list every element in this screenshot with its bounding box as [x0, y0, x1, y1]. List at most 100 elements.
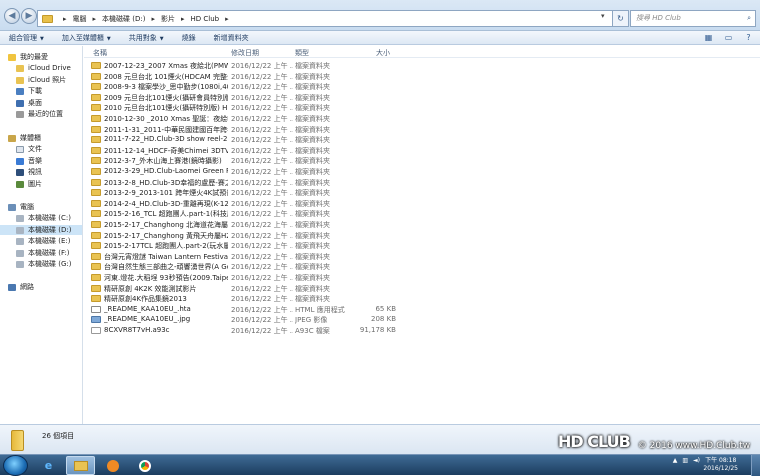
forward-button[interactable]: ▶	[21, 8, 37, 24]
file-row[interactable]: 2015-2-17_Changhong 北海道花海屬H... 2016/12/22…	[84, 219, 760, 229]
file-row[interactable]: 台灣自然生態三部曲之-頑響湧世界(A Go... 2016/12/22 上午 ..…	[84, 261, 760, 271]
clock[interactable]: 下午 08:18 2016/12/25	[703, 457, 738, 473]
file-name: 2007-12-23_2007 Xmas 夜絵北(PMW-...	[104, 62, 228, 70]
breadcrumb-items: ▸ 電腦 ▸ 本機磁碟 (D:) ▸ 影片 ▸ HD Club ▸	[57, 14, 235, 24]
file-type: 檔案資料夾	[295, 62, 330, 70]
file-row[interactable]: 2013-2-9_2013-101 跨年煙火4K試預告 2016/12/22 上午…	[84, 187, 760, 197]
start-button[interactable]	[3, 455, 28, 476]
breadcrumb-hd-club[interactable]: HD Club	[191, 15, 220, 23]
file-type: 檔案資料夾	[295, 157, 330, 166]
volume-icon[interactable]: ◄)	[693, 457, 700, 464]
file-row[interactable]: 2010 元旦台北101煙火(攝研特別版) HD ... 2016/12/22 上…	[84, 102, 760, 112]
tray-chevron-icon[interactable]: ▲	[673, 457, 678, 464]
column-size[interactable]: 大小	[376, 48, 390, 58]
search-input[interactable]: 搜尋 HD Club ⌕	[630, 10, 756, 27]
file-row[interactable]: _README_KAA10EU_.hta 2016/12/22 上午 ... HTM…	[84, 304, 760, 314]
refresh-button[interactable]: ↻	[612, 10, 629, 27]
file-name: 2015-2-16_TCL 超跑團人.part-1(科技屬)...	[104, 210, 228, 219]
folder-icon	[91, 157, 101, 165]
organize-button[interactable]: 組合管理 ▼	[0, 33, 53, 43]
nav-documents[interactable]: 文件	[16, 144, 42, 154]
breadcrumb-videos[interactable]: 影片	[161, 14, 175, 24]
view-options-icon[interactable]: ▦	[703, 32, 714, 43]
file-row[interactable]: 2012-3-29_HD.Club-Laomei Green Re... 2016…	[84, 166, 760, 176]
nav-drive-f[interactable]: 本機磁碟 (F:)	[16, 248, 70, 258]
breadcrumb-drive-d[interactable]: 本機磁碟 (D:)	[102, 14, 145, 24]
nav-favorites[interactable]: 我的最愛	[8, 52, 48, 62]
file-row[interactable]: 2011-1-31_2011-中華民國建國百年跨年... 2016/12/22 上…	[84, 124, 760, 134]
file-row[interactable]: 2008-9-3 檔案學沙_思中勤步(1080i,40... 2016/12/22…	[84, 81, 760, 91]
chrome-icon[interactable]	[130, 456, 159, 475]
file-row[interactable]: 2013-2-8_HD.Club-3D幸福的盧歷-賽之... 2016/12/22…	[84, 177, 760, 187]
show-desktop-button[interactable]	[751, 455, 760, 476]
burn-button[interactable]: 燒錄	[173, 33, 205, 43]
file-type: 檔案資料夾	[295, 263, 330, 272]
nav-music[interactable]: 音樂	[16, 156, 42, 166]
nav-computer[interactable]: 電腦	[8, 202, 34, 212]
path-dropdown-icon[interactable]: ▾	[601, 12, 605, 20]
file-row[interactable]: 2014-2-4_HD.Club-3D-重離再現(K-12... 2016/12/…	[84, 198, 760, 208]
file-row[interactable]: 2011-12-14_HDCF-奇美Chimei 3DTV-... 2016/12…	[84, 145, 760, 155]
breadcrumb-computer[interactable]: 電腦	[73, 14, 87, 24]
file-type: 檔案資料夾	[295, 104, 330, 113]
nav-icloud-photos[interactable]: iCloud 照片	[16, 75, 66, 85]
file-row[interactable]: 2010-12-30 _2010 Xmas 聖誕：夜絵嘴(...2016/12/…	[84, 113, 760, 123]
file-name: 精研原創4K作品集鏡2013	[104, 295, 187, 304]
file-row[interactable]: 2008 元旦台北 101煙火(HDCAM 完整全... 2016/12/22 上…	[84, 71, 760, 81]
nav-libraries[interactable]: 媒體櫃	[8, 133, 41, 143]
burn-label: 燒錄	[181, 33, 196, 42]
file-row[interactable]: 河東.燈花.大稻埕 93秒預告(2009.Taipei... 2016/12/22…	[84, 272, 760, 282]
new-folder-button[interactable]: 新增資料夾	[205, 33, 258, 43]
nav-drive-g[interactable]: 本機磁碟 (G:)	[16, 259, 71, 269]
clock-date: 2016/12/25	[703, 465, 738, 472]
drive-icon	[16, 226, 24, 234]
nav-drive-c[interactable]: 本機磁碟 (C:)	[16, 213, 71, 223]
column-name[interactable]: 名稱	[93, 48, 107, 58]
file-row[interactable]: 2015-2-16_TCL 超跑團人.part-1(科技屬)...2016/12…	[84, 208, 760, 218]
chevron-right-icon: ▸	[92, 14, 97, 23]
file-row[interactable]: 台灣元宵燈謎 Taiwan Lantern Festival (... 2016/…	[84, 251, 760, 261]
file-row[interactable]: 2007-12-23_2007 Xmas 夜絵北(PMW-... 2016/12/…	[84, 60, 760, 70]
file-row[interactable]: 2015-2-17TCL 超跑團人.part-2(玩水屬)... 2016/12/…	[84, 240, 760, 250]
help-icon[interactable]: ?	[743, 32, 754, 43]
share-button[interactable]: 共用對象 ▼	[120, 33, 173, 43]
nav-drive-e[interactable]: 本機磁碟 (E:)	[16, 236, 70, 246]
file-row[interactable]: 2009 元旦台北101煙火(攝研會員特別版)... 2016/12/22 上午 …	[84, 92, 760, 102]
file-row[interactable]: 2012-3-7_外木山海上賽港(鏡時攝影) 2016/12/22 上午 ... 檔…	[84, 155, 760, 165]
nav-icloud-drive[interactable]: iCloud Drive	[16, 63, 71, 73]
preview-pane-icon[interactable]: ▭	[723, 32, 734, 43]
chevron-right-icon: ▸	[225, 14, 229, 23]
nav-pictures[interactable]: 圖片	[16, 179, 42, 189]
network-tray-icon[interactable]: ▥	[682, 457, 688, 464]
file-type: 檔案資料夾	[295, 125, 330, 134]
breadcrumb[interactable]: ▸ 電腦 ▸ 本機磁碟 (D:) ▸ 影片 ▸ HD Club ▸	[37, 10, 617, 27]
file-date: 2016/12/22 上午 ...	[231, 189, 293, 198]
back-button[interactable]: ◀	[4, 8, 20, 24]
nav-item-label: 最近的位置	[28, 110, 63, 118]
file-row[interactable]: 8CXVR8T7vH.a93c 2016/12/22 上午 ... A93C 檔案 9…	[84, 325, 760, 335]
nav-network[interactable]: 網路	[8, 282, 34, 292]
nav-downloads[interactable]: 下載	[16, 86, 42, 96]
nav-desktop[interactable]: 桌面	[16, 98, 42, 108]
file-row[interactable]: 2011-7-22_HD.Club-3D show reel-201...201…	[84, 134, 760, 144]
folder-icon	[91, 284, 101, 292]
star-icon	[8, 53, 16, 61]
column-type[interactable]: 類型	[295, 48, 309, 58]
ie-icon[interactable]: e	[34, 456, 63, 475]
nav-videos[interactable]: 視訊	[16, 167, 42, 177]
file-row[interactable]: 精研原創4K作品集鏡2013 2016/12/22 上午 ... 檔案資料夾	[84, 293, 760, 303]
file-row[interactable]: 2015-2-17_Changhong 黃飛天舟屬H26...2016/12/2…	[84, 230, 760, 240]
file-row[interactable]: 精研原創 4K2K 效能測試影片 2016/12/22 上午 ... 檔案資料夾	[84, 283, 760, 293]
chevron-right-icon: ▸	[63, 14, 67, 23]
add-to-library-button[interactable]: 加入至媒體櫃 ▼	[53, 33, 120, 43]
file-row[interactable]: _README_KAA10EU_.jpg 2016/12/22 上午 ... JPE…	[84, 314, 760, 324]
nav-drive-d[interactable]: 本機磁碟 (D:)	[0, 225, 82, 235]
column-date[interactable]: 修改日期	[231, 48, 259, 58]
folder-icon	[91, 295, 101, 303]
file-name: 2013-2-9_2013-101 跨年煙火4K試預告	[104, 189, 228, 198]
media-player-icon[interactable]	[98, 456, 127, 475]
explorer-icon[interactable]	[66, 456, 95, 475]
folder-icon	[91, 62, 101, 69]
nav-recent-places[interactable]: 最近的位置	[16, 109, 63, 119]
file-date: 2016/12/22 上午 ...	[231, 178, 293, 187]
